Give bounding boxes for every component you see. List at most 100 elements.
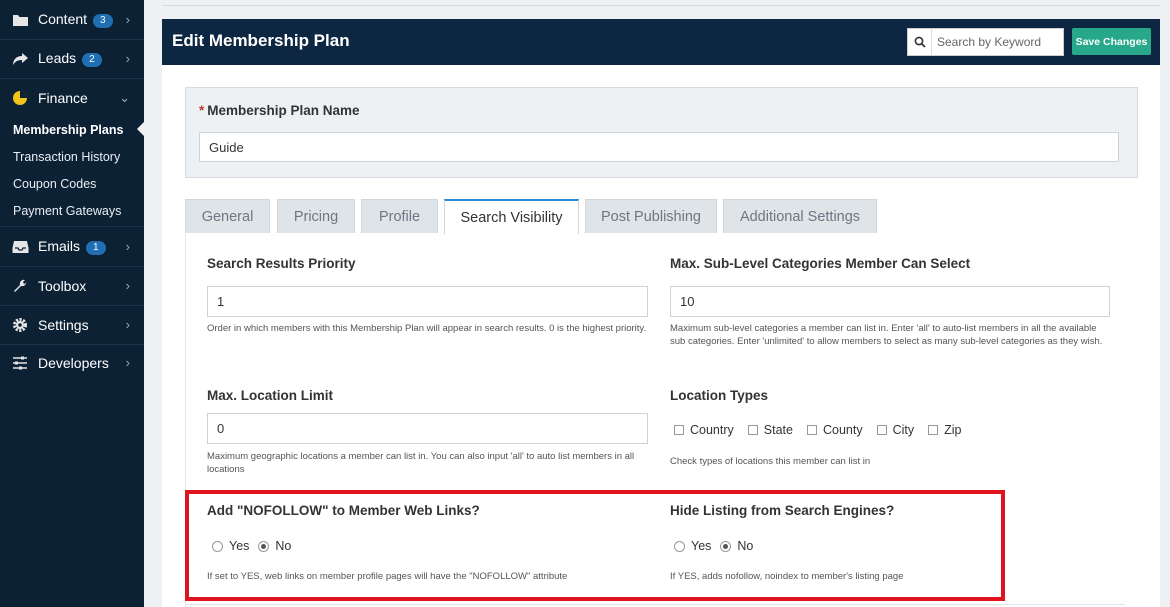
nav-developers-label: Developers (38, 354, 109, 371)
nav-content[interactable]: Content 3 › (0, 0, 144, 39)
radio-label: No (737, 539, 754, 553)
radio-hide-yes[interactable]: Yes (674, 539, 711, 553)
page-header: Edit Membership Plan Save Changes (162, 19, 1160, 65)
checkbox-label: County (822, 423, 863, 437)
checkbox-label: Zip (944, 423, 962, 437)
nofollow-options: Yes No (212, 539, 300, 553)
radio-label: No (275, 539, 292, 553)
sub-label: Coupon Codes (13, 176, 97, 191)
nav-settings[interactable]: Settings › (0, 305, 144, 344)
checkbox-label: State (763, 423, 793, 437)
nav-emails-badge: 1 (86, 240, 106, 255)
search-input[interactable] (932, 35, 1062, 49)
chevron-right-icon: › (125, 278, 130, 293)
sidebar-item-transaction-history[interactable]: Transaction History (0, 143, 144, 170)
nav-developers[interactable]: Developers › (0, 343, 144, 382)
nav-leads-label: Leads (38, 50, 77, 67)
nav-toolbox-label: Toolbox (38, 277, 87, 294)
sidebar: Content 3 › Leads 2 › Finance ⌄ Membership… (0, 0, 144, 607)
radio-dot-selected[interactable] (258, 540, 270, 552)
max-sub-help: Maximum sub-level categories a member ca… (670, 323, 1103, 347)
gear-icon (11, 316, 29, 334)
pie-chart-icon (11, 89, 29, 107)
sub-label: Payment Gateways (13, 203, 122, 218)
max-sub-input[interactable]: 10 (670, 286, 1110, 317)
radio-hide-no[interactable]: No (720, 539, 753, 553)
chevron-right-icon: › (125, 239, 130, 254)
sub-label: Membership Plans (13, 122, 124, 137)
top-divider (162, 5, 1160, 6)
max-location-label: Max. Location Limit (207, 388, 334, 403)
hide-listing-label: Hide Listing from Search Engines? (670, 503, 895, 518)
nofollow-help: If set to YES, web links on member profi… (207, 571, 568, 582)
checkbox-box[interactable] (876, 425, 887, 435)
max-location-help: Maximum geographic locations a member ca… (207, 451, 635, 475)
location-types-help: Check types of locations this member can… (670, 456, 871, 467)
radio-dot-selected[interactable] (720, 540, 732, 552)
checkbox-box[interactable] (806, 425, 817, 435)
nav-emails-label: Emails (38, 238, 81, 255)
sidebar-item-coupon-codes[interactable]: Coupon Codes (0, 170, 144, 197)
hide-listing-options: Yes No (674, 539, 762, 553)
checkbox-city[interactable]: City (876, 423, 915, 437)
radio-label: Yes (691, 539, 712, 553)
tab-additional-settings[interactable]: Additional Settings (723, 199, 877, 233)
radio-dot[interactable] (674, 540, 685, 552)
nav-leads-badge: 2 (82, 52, 102, 67)
tab-pricing[interactable]: Pricing (277, 199, 355, 233)
section-divider (185, 604, 1125, 605)
tab-profile[interactable]: Profile (361, 199, 438, 233)
max-location-input[interactable]: 0 (207, 413, 648, 444)
wrench-icon (11, 277, 29, 295)
chevron-down-icon: ⌄ (119, 89, 130, 105)
search-box (907, 28, 1064, 56)
nav-settings-label: Settings (38, 316, 89, 333)
plan-name-input[interactable]: Guide (199, 132, 1119, 162)
checkbox-box[interactable] (674, 425, 684, 435)
checkbox-box[interactable] (747, 425, 758, 435)
sidebar-item-membership-plans[interactable]: Membership Plans (0, 116, 144, 143)
tab-search-visibility[interactable]: Search Visibility (444, 199, 579, 234)
chevron-right-icon: › (125, 317, 130, 332)
checkbox-country[interactable]: Country (674, 423, 734, 437)
nav-emails[interactable]: Emails 1 › (0, 227, 144, 266)
checkbox-box[interactable] (928, 425, 939, 435)
plan-name-label: * Membership Plan Name (199, 103, 360, 118)
checkbox-label: City (892, 423, 915, 437)
location-types-label: Location Types (670, 388, 769, 403)
chevron-right-icon: › (125, 51, 130, 66)
nav-leads[interactable]: Leads 2 › (0, 39, 144, 78)
nav-finance[interactable]: Finance ⌄ (0, 78, 144, 117)
inbox-icon (11, 238, 29, 256)
save-changes-button[interactable]: Save Changes (1072, 28, 1151, 55)
priority-input[interactable]: 1 (207, 286, 648, 317)
checkbox-zip[interactable]: Zip (928, 423, 961, 437)
share-icon (11, 50, 29, 68)
checkbox-state[interactable]: State (747, 423, 793, 437)
folder-icon (11, 11, 29, 29)
location-types-options: Country State County City Zip (674, 423, 975, 437)
nav-toolbox[interactable]: Toolbox › (0, 266, 144, 305)
radio-dot[interactable] (212, 540, 223, 552)
active-pointer (137, 122, 144, 136)
page-title: Edit Membership Plan (172, 31, 350, 50)
nofollow-label: Add "NOFOLLOW" to Member Web Links? (207, 503, 480, 518)
hide-listing-help: If YES, adds nofollow, noindex to member… (670, 571, 904, 582)
nav-content-badge: 3 (93, 13, 113, 28)
chevron-right-icon: › (125, 12, 130, 27)
priority-help: Order in which members with this Members… (207, 323, 647, 334)
radio-nofollow-yes[interactable]: Yes (212, 539, 249, 553)
radio-nofollow-no[interactable]: No (258, 539, 291, 553)
sidebar-item-payment-gateways[interactable]: Payment Gateways (0, 197, 144, 224)
nav-content-label: Content (38, 11, 88, 28)
checkbox-label: Country (690, 423, 734, 437)
tab-post-publishing[interactable]: Post Publishing (585, 199, 717, 233)
nav-finance-label: Finance (38, 89, 88, 106)
radio-label: Yes (229, 539, 250, 553)
plan-name-section: * Membership Plan Name Guide (185, 87, 1138, 178)
sub-label: Transaction History (13, 149, 121, 164)
required-marker: * (199, 103, 205, 118)
max-sub-label: Max. Sub-Level Categories Member Can Sel… (670, 256, 971, 271)
tab-general[interactable]: General (185, 199, 270, 233)
checkbox-county[interactable]: County (806, 423, 863, 437)
